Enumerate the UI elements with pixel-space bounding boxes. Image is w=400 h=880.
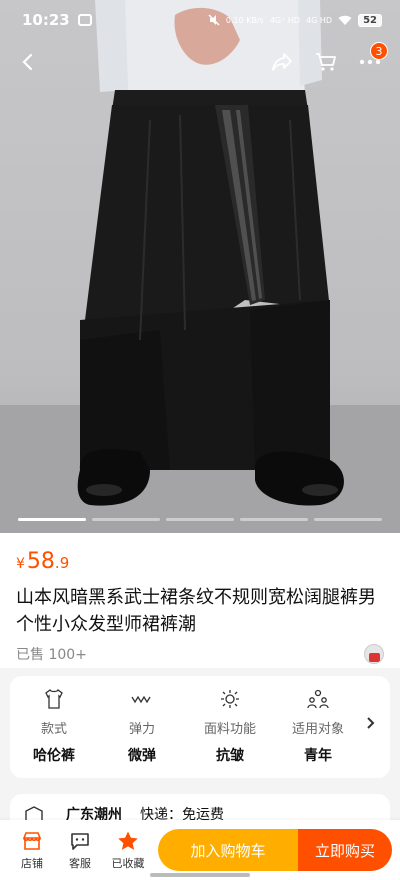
buy-now-button[interactable]: 立即购买 — [298, 829, 392, 871]
gallery-dot — [240, 518, 308, 521]
wifi-icon — [338, 15, 352, 25]
people-icon — [307, 689, 329, 709]
service-tab[interactable]: 客服 — [56, 830, 104, 871]
purchase-buttons: 加入购物车 立即购买 — [158, 829, 392, 871]
product-attributes[interactable]: 款式 哈伦裤 弹力 微弹 面料功能 抗皱 适用对象 青年 — [10, 676, 390, 778]
favorite-label: 已收藏 — [111, 856, 145, 870]
more-button[interactable]: 3 — [352, 42, 388, 80]
back-button[interactable] — [10, 44, 46, 80]
attribute-label: 适用对象 — [291, 722, 344, 737]
cart-icon — [316, 53, 336, 71]
status-time: 10:23 — [22, 11, 70, 29]
add-to-cart-button[interactable]: 加入购物车 — [158, 829, 298, 871]
product-title: 山本风暗黑系武士裙条纹不规则宽松阔腿裤男个性小众发型师裙裤潮 — [16, 587, 376, 635]
mute-icon — [208, 14, 220, 26]
gallery-dot — [18, 518, 86, 521]
attribute-value: 哈伦裤 — [33, 748, 75, 764]
store-label: 店铺 — [21, 856, 43, 870]
price-integer: 58 — [26, 549, 55, 574]
share-button[interactable] — [264, 44, 300, 80]
battery-level: 52 — [358, 13, 382, 27]
stretch-icon — [131, 695, 151, 704]
price-currency: ¥ — [16, 556, 25, 572]
product-info-card: ¥ 58 .9 山本风暗黑系武士裙条纹不规则宽松阔腿裤男个性小众发型师裙裤潮 已… — [0, 533, 400, 668]
gallery-indicator — [18, 518, 382, 521]
star-filled-icon — [118, 831, 138, 850]
attribute-value: 青年 — [304, 748, 332, 764]
cart-button[interactable] — [308, 44, 344, 80]
network-type-2: 4G HD — [306, 15, 333, 25]
price: ¥ 58 .9 — [16, 549, 384, 574]
sold-row: 已售 100+ — [16, 644, 384, 664]
attribute-style: 款式 哈伦裤 — [10, 688, 98, 778]
chevron-right-icon[interactable] — [366, 716, 376, 730]
store-icon — [22, 831, 42, 850]
store-tab[interactable]: 店铺 — [8, 830, 56, 871]
attribute-fabric: 面料功能 抗皱 — [186, 688, 274, 778]
gallery-dot — [166, 518, 234, 521]
attribute-label: 面料功能 — [203, 722, 256, 737]
product-detail-page: 10:23 0.10 KB/s 4G⁺ HD 4G HD 52 3 ¥ 58 .… — [0, 0, 400, 880]
status-bar: 10:23 0.10 KB/s 4G⁺ HD 4G HD 52 — [0, 0, 400, 40]
top-navigation: 3 — [0, 42, 400, 80]
attribute-value: 微弹 — [128, 748, 156, 764]
fabric-icon — [221, 690, 239, 708]
gallery-dot — [314, 518, 382, 521]
network-speed: 0.10 KB/s — [225, 15, 264, 25]
chat-icon — [71, 832, 89, 850]
status-indicators: 0.10 KB/s 4G⁺ HD 4G HD 52 — [208, 13, 382, 27]
app-notification-icon — [77, 14, 92, 26]
attribute-value: 抗皱 — [216, 748, 244, 764]
share-icon — [272, 53, 292, 71]
attribute-stretch: 弹力 微弹 — [98, 688, 186, 778]
network-type-1: 4G⁺ HD — [269, 15, 301, 25]
buyer-avatar[interactable] — [364, 644, 384, 664]
notification-badge: 3 — [370, 42, 388, 60]
gallery-dot — [92, 518, 160, 521]
bottom-action-bar: 店铺 客服 已收藏 加入购物车 立即购买 — [0, 820, 400, 880]
home-indicator[interactable] — [150, 873, 250, 877]
attribute-label: 款式 — [40, 722, 67, 737]
attribute-label: 弹力 — [128, 722, 155, 737]
service-label: 客服 — [69, 856, 91, 870]
shirt-icon — [45, 689, 63, 709]
attribute-audience: 适用对象 青年 — [274, 688, 362, 778]
price-decimal: .9 — [54, 554, 70, 572]
chevron-left-icon — [22, 53, 33, 71]
sold-count: 已售 100+ — [16, 647, 87, 663]
favorite-tab[interactable]: 已收藏 — [104, 830, 152, 871]
